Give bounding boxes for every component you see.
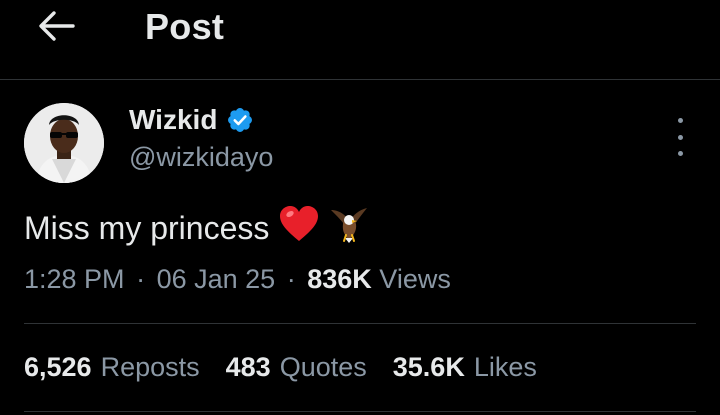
views-count: 836K bbox=[307, 264, 372, 294]
quotes-stat[interactable]: 483 Quotes bbox=[226, 352, 367, 383]
post-body: Miss my princess bbox=[24, 204, 369, 252]
author-name-row: Wizkid bbox=[129, 104, 254, 136]
divider bbox=[24, 323, 696, 324]
quotes-count: 483 bbox=[225, 352, 271, 382]
author-name[interactable]: Wizkid bbox=[129, 104, 217, 136]
reposts-count: 6,526 bbox=[24, 352, 92, 382]
views-label: Views bbox=[379, 264, 451, 294]
likes-count: 35.6K bbox=[392, 352, 465, 382]
dot bbox=[677, 134, 683, 140]
post-text: Miss my princess bbox=[24, 209, 270, 246]
likes-stat[interactable]: 35.6K Likes bbox=[393, 352, 537, 383]
page-title: Post bbox=[145, 6, 225, 47]
verified-badge-icon bbox=[228, 108, 253, 132]
top-bar: Post bbox=[0, 0, 720, 80]
more-options-button[interactable] bbox=[666, 118, 694, 156]
post-date[interactable]: 06 Jan 25 bbox=[157, 264, 276, 294]
eagle-emoji bbox=[329, 204, 369, 252]
dot bbox=[677, 151, 683, 156]
likes-label: Likes bbox=[473, 352, 537, 382]
divider bbox=[24, 411, 696, 412]
post-time[interactable]: 1:28 PM bbox=[24, 264, 125, 294]
back-button[interactable] bbox=[36, 8, 76, 44]
heart-emoji bbox=[279, 205, 319, 251]
dot bbox=[677, 118, 683, 123]
meta-separator: · bbox=[136, 264, 146, 294]
meta-separator: · bbox=[286, 264, 296, 294]
reposts-label: Reposts bbox=[100, 352, 200, 382]
engagement-stats: 6,526 Reposts 483 Quotes 35.6K Likes bbox=[24, 352, 563, 383]
quotes-label: Quotes bbox=[279, 352, 367, 382]
reposts-stat[interactable]: 6,526 Reposts bbox=[24, 352, 200, 383]
avatar-image bbox=[24, 103, 104, 183]
author-handle[interactable]: @wizkidayo bbox=[129, 142, 273, 173]
arrow-left-icon bbox=[39, 11, 75, 41]
post-meta: 1:28 PM · 06 Jan 25 · 836K Views bbox=[24, 264, 451, 295]
avatar[interactable] bbox=[24, 103, 104, 183]
